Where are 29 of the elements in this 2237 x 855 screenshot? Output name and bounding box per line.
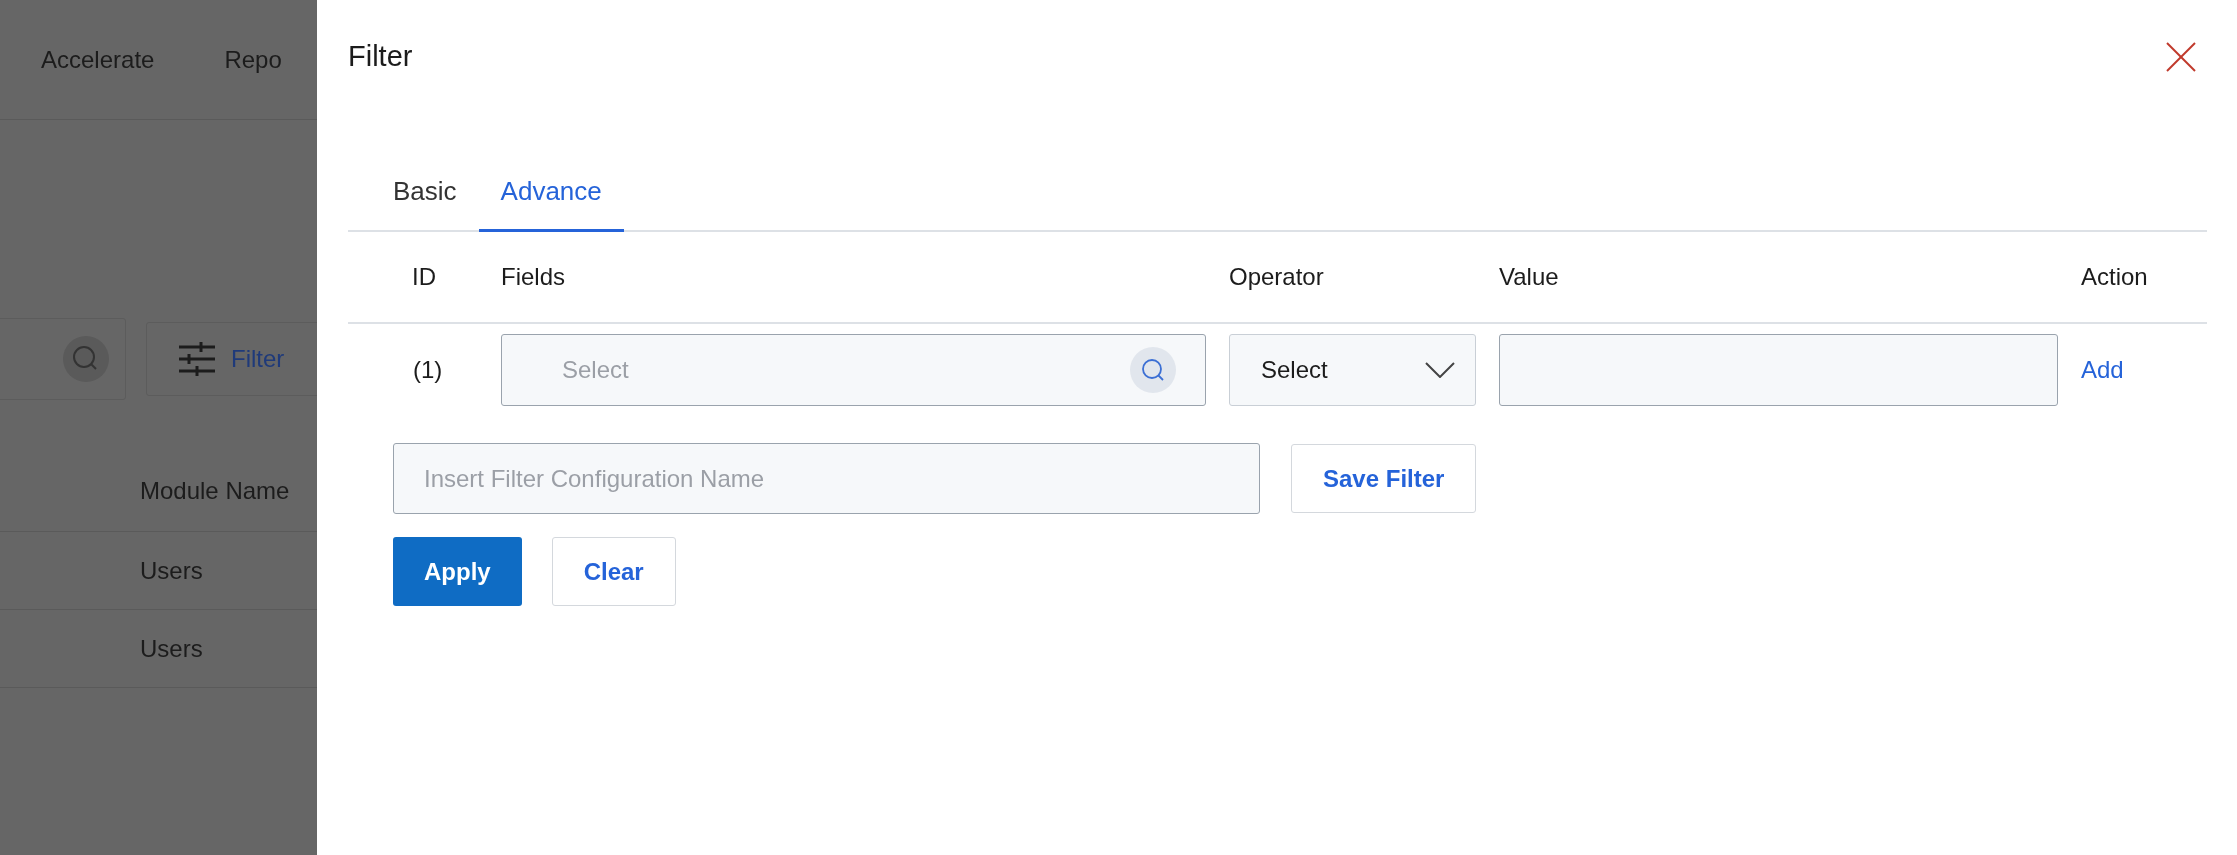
table-cell-text: Users <box>140 555 203 586</box>
column-header: Fields <box>501 262 566 292</box>
save-filter-button[interactable]: Save Filter <box>1291 444 1477 513</box>
apply-button[interactable]: Apply <box>393 537 522 606</box>
column-header: Operator <box>1229 262 1324 292</box>
column-header: ID <box>412 262 436 292</box>
chevron-down-icon <box>1425 362 1455 378</box>
operator-dropdown[interactable]: Select <box>1229 334 1476 406</box>
drawer-title: Filter <box>348 38 413 74</box>
nav-item[interactable]: Repo <box>224 41 282 78</box>
search-field[interactable] <box>0 318 126 400</box>
column-header: Module Name <box>140 475 290 506</box>
nav-item[interactable]: Accelerate <box>41 41 155 78</box>
value-field[interactable] <box>1499 334 2058 406</box>
row-id: (1) <box>413 355 443 385</box>
tab[interactable]: Advance <box>478 152 624 232</box>
add-link[interactable]: Add <box>2081 352 2124 388</box>
column-header: Action <box>2081 262 2148 292</box>
clear-button[interactable]: Clear <box>551 537 676 606</box>
filter-name-field[interactable]: Insert Filter Configuration Name <box>393 443 1260 514</box>
tab[interactable]: Basic <box>371 152 479 232</box>
search-icon <box>1130 347 1176 393</box>
sliders-icon <box>179 342 215 376</box>
column-header: Value <box>1499 262 1559 292</box>
table-cell-text: Users <box>140 633 203 664</box>
close-icon <box>2166 41 2196 72</box>
close-button[interactable] <box>2164 39 2198 74</box>
fields-search-field[interactable]: Select <box>501 334 1206 406</box>
search-icon <box>63 336 109 382</box>
